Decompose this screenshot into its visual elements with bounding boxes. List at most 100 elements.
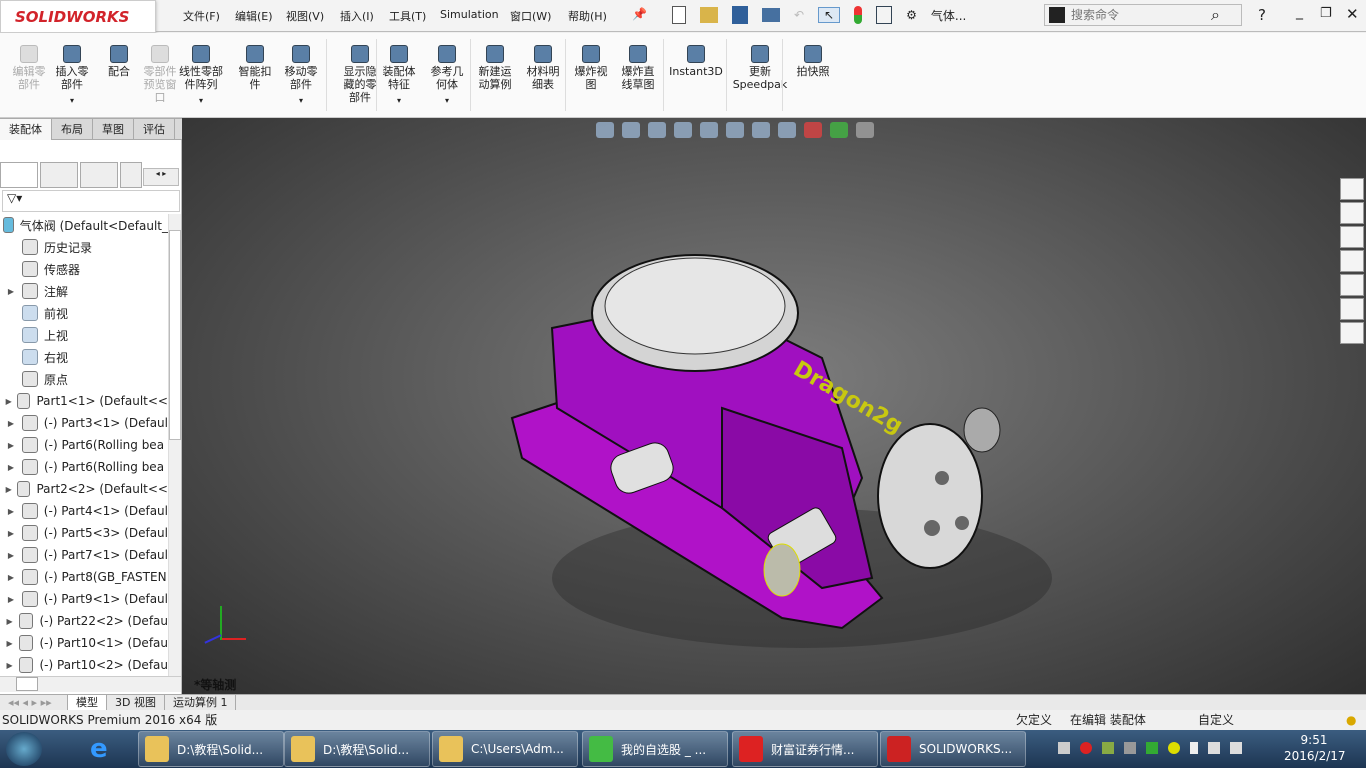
search-icon[interactable]: ⌕ — [1211, 5, 1220, 25]
tree-item[interactable]: ▶ Part1<1> (Default<< — [0, 390, 168, 412]
property-manager-tab[interactable] — [40, 162, 78, 188]
command-search[interactable]: ⌕ — [1044, 4, 1242, 26]
tree-item[interactable]: ▶ (-) Part6(Rolling bea — [0, 434, 168, 456]
home-icon[interactable] — [1340, 178, 1364, 200]
rebuild-icon[interactable] — [854, 6, 863, 24]
menu-item[interactable]: Simulation — [440, 8, 499, 21]
tree-item[interactable]: 右视 — [0, 346, 168, 368]
close-button[interactable]: ✕ — [1346, 5, 1359, 23]
custom-properties-icon[interactable] — [1340, 298, 1364, 320]
horizontal-scrollbar[interactable] — [0, 676, 181, 692]
edit-appearance-icon[interactable] — [804, 122, 822, 138]
undo-icon[interactable]: ↶ — [794, 8, 804, 22]
start-button[interactable] — [6, 732, 42, 766]
solidworks-logo[interactable]: SOLIDWORKS — [0, 0, 156, 33]
expand-arrow-icon[interactable]: ▶ — [0, 507, 22, 516]
ribbon-button[interactable]: 插入零 部件 ▾ — [49, 45, 95, 107]
design-library-icon[interactable] — [1340, 226, 1364, 248]
taskbar-item[interactable]: 我的自选股 _ ... — [582, 731, 728, 767]
plus-icon[interactable] — [1168, 742, 1180, 754]
zoom-area-icon[interactable] — [622, 122, 640, 138]
battery-icon[interactable] — [1190, 742, 1198, 754]
model-tab[interactable]: 模型 — [68, 695, 107, 710]
ribbon-button[interactable]: 参考几 何体 ▾ — [424, 45, 470, 107]
forum-icon[interactable] — [1340, 322, 1364, 344]
tab-scroll-arrows[interactable]: ◂ ▸ — [143, 168, 179, 186]
ribbon-button[interactable]: 移动零 部件 ▾ — [278, 45, 324, 107]
feature-manager-tab[interactable] — [0, 162, 38, 188]
ribbon-button[interactable]: 编辑零 部件 — [6, 45, 52, 91]
volume-icon[interactable] — [1230, 742, 1242, 754]
tab-2[interactable]: 草图 — [93, 118, 134, 140]
hide-show-icon[interactable] — [778, 122, 796, 138]
tree-item[interactable]: ▶ 注解 — [0, 280, 168, 302]
section-view-icon[interactable] — [674, 122, 692, 138]
filter-button[interactable]: ▽▾ — [2, 190, 180, 212]
menu-item[interactable]: 视图(V) — [286, 8, 324, 24]
expand-arrow-icon[interactable]: ▶ — [0, 595, 22, 604]
zoom-to-fit-icon[interactable] — [596, 122, 614, 138]
assembly-model[interactable]: Dragon2g — [182, 118, 1366, 694]
tree-item[interactable]: 气体阀 (Default<Default_ — [0, 214, 168, 236]
tree-item[interactable]: ▶ (-) Part10<1> (Defau — [0, 632, 168, 654]
tree-item[interactable]: ▶ Part2<2> (Default<< — [0, 478, 168, 500]
restore-button[interactable]: ❐ — [1320, 6, 1332, 21]
print-icon[interactable] — [762, 8, 780, 22]
dimxpert-tab[interactable] — [120, 162, 142, 188]
save-icon[interactable] — [732, 6, 748, 24]
expand-arrow-icon[interactable]: ▶ — [0, 419, 22, 428]
taskbar-item[interactable]: 财富证券行情... — [732, 731, 878, 767]
select-icon[interactable]: ↖ — [818, 7, 841, 23]
expand-arrow-icon[interactable]: ▶ — [0, 485, 17, 494]
ie-icon[interactable]: e — [90, 734, 108, 764]
resources-icon[interactable] — [1340, 202, 1364, 224]
tree-item[interactable]: ▶ (-) Part9<1> (Defaul — [0, 588, 168, 610]
tree-item[interactable]: ▶ (-) Part7<1> (Defaul — [0, 544, 168, 566]
tab-0[interactable]: 装配体 — [0, 118, 52, 140]
taskbar-item[interactable]: D:\教程\Solid... — [138, 731, 284, 767]
search-input[interactable] — [1071, 8, 1211, 22]
tab-3[interactable]: 评估 — [134, 118, 175, 140]
sw-tray-icon[interactable] — [1080, 742, 1092, 754]
tree-item[interactable]: ▶ (-) Part5<3> (Defaul — [0, 522, 168, 544]
tree-item[interactable]: ▶ (-) Part10<2> (Defau — [0, 654, 168, 676]
expand-arrow-icon[interactable]: ▶ — [0, 463, 22, 472]
units-selector[interactable]: 自定义 — [1198, 710, 1234, 730]
expand-arrow-icon[interactable]: ▶ — [0, 639, 19, 648]
ribbon-button[interactable]: 装配体 特征 ▾ — [376, 45, 422, 107]
ribbon-button[interactable]: 智能扣 件 — [232, 45, 278, 91]
view-orientation-icon[interactable] — [726, 122, 744, 138]
open-icon[interactable] — [700, 7, 718, 23]
ribbon-button[interactable]: 材料明 细表 — [520, 45, 566, 91]
dynamic-annotation-icon[interactable] — [700, 122, 718, 138]
shield-icon[interactable] — [1146, 742, 1158, 754]
apply-scene-icon[interactable] — [830, 122, 848, 138]
expand-arrow-icon[interactable]: ▶ — [0, 287, 22, 296]
ribbon-button[interactable]: 线性零部 件阵列 ▾ — [178, 45, 224, 107]
pin-icon[interactable]: 📌 — [632, 7, 647, 21]
expand-arrow-icon[interactable]: ▶ — [0, 573, 22, 582]
chevron-down-icon[interactable]: ▾ — [49, 94, 95, 107]
help-icon[interactable]: ? — [1258, 6, 1266, 24]
file-explorer-icon[interactable] — [1340, 250, 1364, 272]
menu-item[interactable]: 编辑(E) — [235, 8, 273, 24]
menu-item[interactable]: 文件(F) — [183, 8, 220, 24]
menu-item[interactable]: 工具(T) — [389, 8, 426, 24]
chevron-down-icon[interactable]: ▾ — [376, 94, 422, 107]
expand-arrow-icon[interactable]: ▶ — [0, 529, 22, 538]
chevron-down-icon[interactable]: ▾ — [178, 94, 224, 107]
menu-item[interactable]: 插入(I) — [340, 8, 374, 24]
view-settings-icon[interactable] — [856, 122, 874, 138]
tree-item[interactable]: ▶ (-) Part4<1> (Defaul — [0, 500, 168, 522]
menu-item[interactable]: 窗口(W) — [510, 8, 551, 24]
display-style-icon[interactable] — [752, 122, 770, 138]
keyboard-icon[interactable] — [1058, 742, 1070, 754]
taskbar-item[interactable]: D:\教程\Solid... — [284, 731, 430, 767]
menu-item[interactable]: 帮助(H) — [568, 8, 607, 24]
expand-arrow-icon[interactable]: ▶ — [0, 551, 22, 560]
chevron-down-icon[interactable]: ▾ — [424, 94, 470, 107]
ribbon-button[interactable]: 爆炸直 线草图 — [615, 45, 661, 91]
model-tab[interactable]: 3D 视图 — [107, 695, 165, 710]
minimize-button[interactable]: _ — [1296, 4, 1303, 20]
clock[interactable]: 9:51 2016/2/17 — [1284, 732, 1346, 764]
